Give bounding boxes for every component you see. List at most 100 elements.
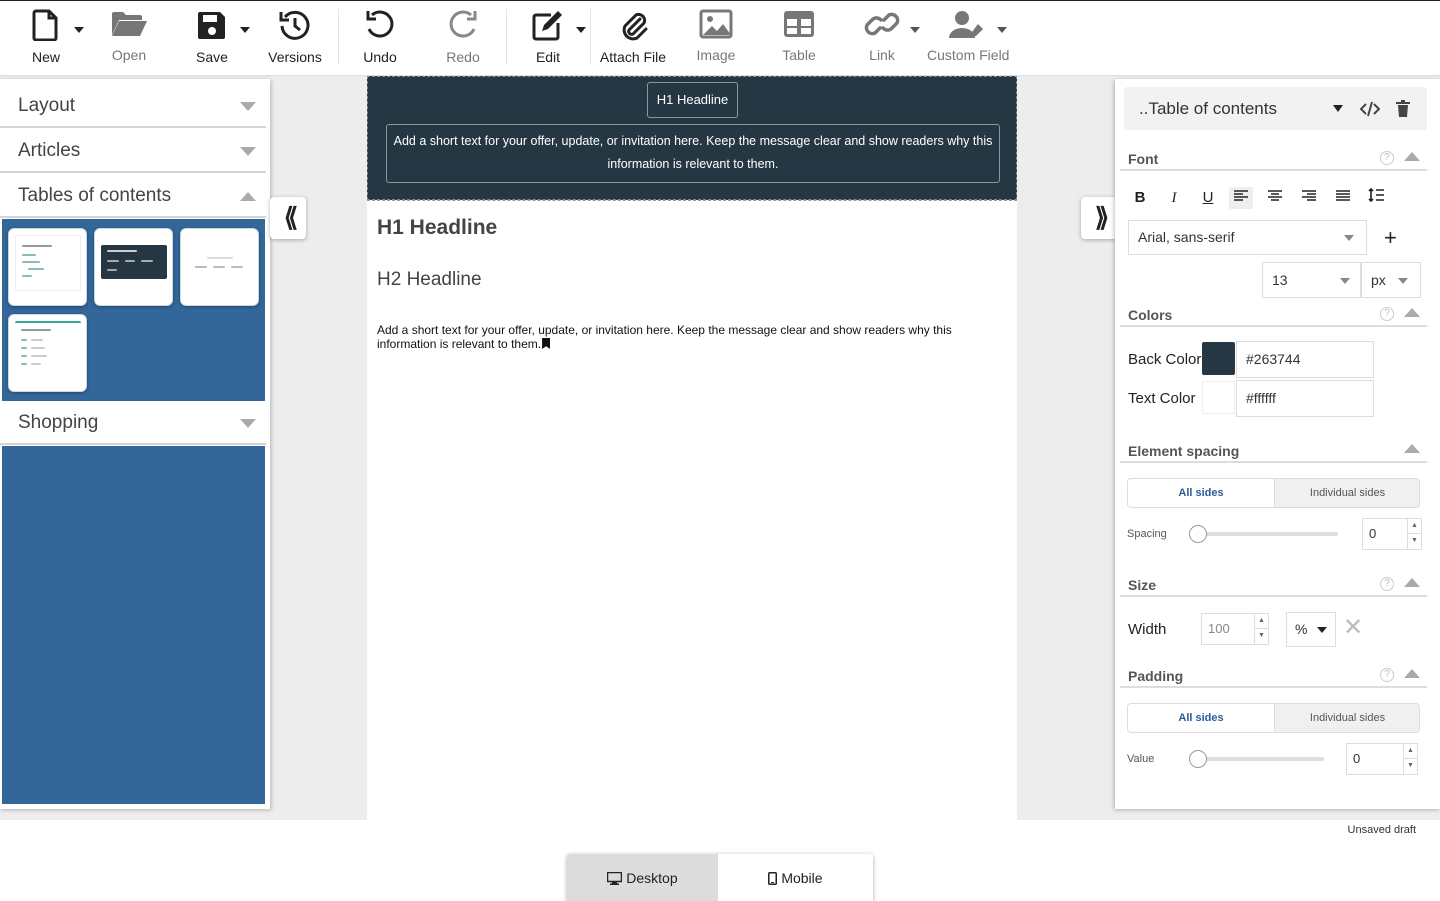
- undo-icon: [366, 10, 394, 38]
- h2-headline[interactable]: H2 Headline: [377, 269, 482, 291]
- image-button[interactable]: Image: [676, 7, 756, 69]
- accordion-shopping[interactable]: Shopping: [0, 401, 266, 445]
- toc-headline[interactable]: H1 Headline: [647, 82, 738, 118]
- custom-field-dropdown-icon[interactable]: [997, 27, 1007, 33]
- align-right-icon[interactable]: [1297, 187, 1321, 209]
- save-dropdown-icon[interactable]: [240, 27, 250, 33]
- increment-icon[interactable]: ▲: [1407, 519, 1421, 534]
- code-icon[interactable]: [1360, 101, 1380, 117]
- font-family-select[interactable]: Arial, sans-serif: [1128, 220, 1367, 255]
- chevron-up-icon[interactable]: [1404, 578, 1420, 587]
- padding-input[interactable]: 0 ▲ ▼: [1346, 743, 1418, 775]
- help-icon[interactable]: ?: [1380, 668, 1394, 682]
- padding-all-sides-tab[interactable]: All sides: [1128, 704, 1275, 732]
- help-icon[interactable]: ?: [1380, 577, 1394, 591]
- new-button[interactable]: New: [6, 7, 86, 69]
- toc-block[interactable]: H1 Headline Add a short text for your of…: [367, 76, 1017, 200]
- chevron-down-icon[interactable]: [1333, 105, 1343, 112]
- undo-label: Undo: [363, 49, 397, 65]
- font-unit-select[interactable]: px: [1361, 262, 1421, 298]
- trash-icon[interactable]: [1396, 100, 1410, 117]
- decrement-icon[interactable]: ▼: [1403, 759, 1417, 774]
- spacing-input[interactable]: 0 ▲ ▼: [1362, 518, 1422, 550]
- back-color-input[interactable]: #263744: [1236, 341, 1374, 378]
- width-unit-select[interactable]: %: [1286, 612, 1336, 647]
- attach-file-button[interactable]: Attach File: [593, 7, 673, 69]
- font-size-select[interactable]: 13: [1262, 262, 1361, 298]
- underline-icon[interactable]: U: [1196, 187, 1220, 209]
- accordion-articles[interactable]: Articles: [0, 129, 266, 173]
- versions-button[interactable]: Versions: [255, 7, 335, 69]
- editor-canvas[interactable]: H1 Headline Add a short text for your of…: [367, 76, 1017, 820]
- toc-template-thumbnail[interactable]: [8, 228, 87, 306]
- toc-template-thumbnail[interactable]: [8, 314, 87, 392]
- accordion-tables-of-contents[interactable]: Tables of contents: [0, 174, 266, 218]
- increment-icon[interactable]: ▲: [1403, 744, 1417, 759]
- redo-button[interactable]: Redo: [423, 7, 503, 69]
- chevron-up-icon[interactable]: [1404, 152, 1420, 161]
- mobile-view-tab[interactable]: Mobile: [718, 854, 873, 901]
- align-left-icon[interactable]: [1229, 187, 1253, 209]
- undo-button[interactable]: Undo: [340, 7, 420, 69]
- h1-headline[interactable]: H1 Headline: [377, 216, 497, 240]
- chevron-down-icon: [240, 147, 256, 156]
- align-center-icon[interactable]: [1263, 187, 1287, 209]
- collapse-left-panel-icon[interactable]: ⟪: [270, 197, 306, 239]
- width-value: 100: [1208, 621, 1230, 636]
- table-label: Table: [782, 47, 816, 63]
- accordion-layout[interactable]: Layout: [0, 84, 266, 128]
- bold-icon[interactable]: B: [1128, 187, 1152, 209]
- link-button[interactable]: Link: [842, 7, 922, 69]
- toc-text[interactable]: Add a short text for your offer, update,…: [386, 124, 1000, 183]
- width-input[interactable]: 100 ▲ ▼: [1201, 613, 1269, 645]
- edit-button[interactable]: Edit: [508, 7, 588, 69]
- spacing-individual-sides-tab[interactable]: Individual sides: [1275, 479, 1419, 507]
- spacing-slider[interactable]: [1190, 532, 1338, 536]
- shopping-area: [2, 446, 265, 804]
- spacing-slider-handle[interactable]: [1189, 525, 1207, 543]
- back-color-swatch[interactable]: [1202, 342, 1235, 375]
- blocks-panel: Layout Articles Tables of contents Shopp…: [0, 79, 270, 809]
- chevron-up-icon[interactable]: [1404, 308, 1420, 317]
- clear-icon[interactable]: ✕: [1343, 615, 1363, 641]
- table-button[interactable]: Table: [759, 7, 839, 69]
- chevron-up-icon[interactable]: [1404, 444, 1420, 453]
- custom-field-button[interactable]: Custom Field: [927, 7, 1009, 69]
- new-label: New: [31, 49, 60, 65]
- text-color-swatch[interactable]: [1202, 381, 1235, 414]
- collapse-right-panel-icon[interactable]: ⟫: [1081, 197, 1117, 239]
- italic-icon[interactable]: I: [1162, 187, 1186, 209]
- save-button[interactable]: Save: [172, 7, 252, 69]
- help-icon[interactable]: ?: [1380, 151, 1394, 165]
- link-dropdown-icon[interactable]: [910, 27, 920, 33]
- body-paragraph[interactable]: Add a short text for your offer, update,…: [377, 323, 977, 351]
- padding-slider-handle[interactable]: [1189, 750, 1207, 768]
- decrement-icon[interactable]: ▼: [1407, 534, 1421, 549]
- desktop-view-tab[interactable]: Desktop: [567, 854, 718, 901]
- spacing-value: 0: [1369, 526, 1377, 541]
- width-label: Width: [1128, 621, 1167, 638]
- versions-label: Versions: [268, 49, 322, 65]
- add-font-icon[interactable]: +: [1384, 225, 1397, 251]
- help-icon[interactable]: ?: [1380, 307, 1394, 321]
- increment-icon[interactable]: ▲: [1254, 614, 1268, 629]
- image-label: Image: [696, 47, 736, 63]
- align-justify-icon[interactable]: [1331, 187, 1355, 209]
- block-divider: [367, 200, 1017, 201]
- spacing-all-sides-tab[interactable]: All sides: [1128, 479, 1275, 507]
- padding-slider[interactable]: [1190, 757, 1324, 761]
- toc-template-thumbnail[interactable]: [94, 228, 173, 306]
- open-button[interactable]: Open: [89, 7, 169, 69]
- chevron-up-icon[interactable]: [1404, 669, 1420, 678]
- new-dropdown-icon[interactable]: [74, 27, 84, 33]
- desktop-icon: [607, 871, 623, 885]
- padding-value: 0: [1353, 751, 1361, 766]
- padding-individual-sides-tab[interactable]: Individual sides: [1275, 704, 1419, 732]
- decrement-icon[interactable]: ▼: [1254, 629, 1268, 644]
- padding-mode-toggle: All sides Individual sides: [1127, 703, 1420, 733]
- element-selector[interactable]: ..Table of contents: [1124, 87, 1427, 130]
- edit-dropdown-icon[interactable]: [576, 27, 586, 33]
- line-height-icon[interactable]: [1364, 187, 1388, 209]
- text-color-input[interactable]: #ffffff: [1236, 380, 1374, 417]
- toc-template-thumbnail[interactable]: [180, 228, 259, 306]
